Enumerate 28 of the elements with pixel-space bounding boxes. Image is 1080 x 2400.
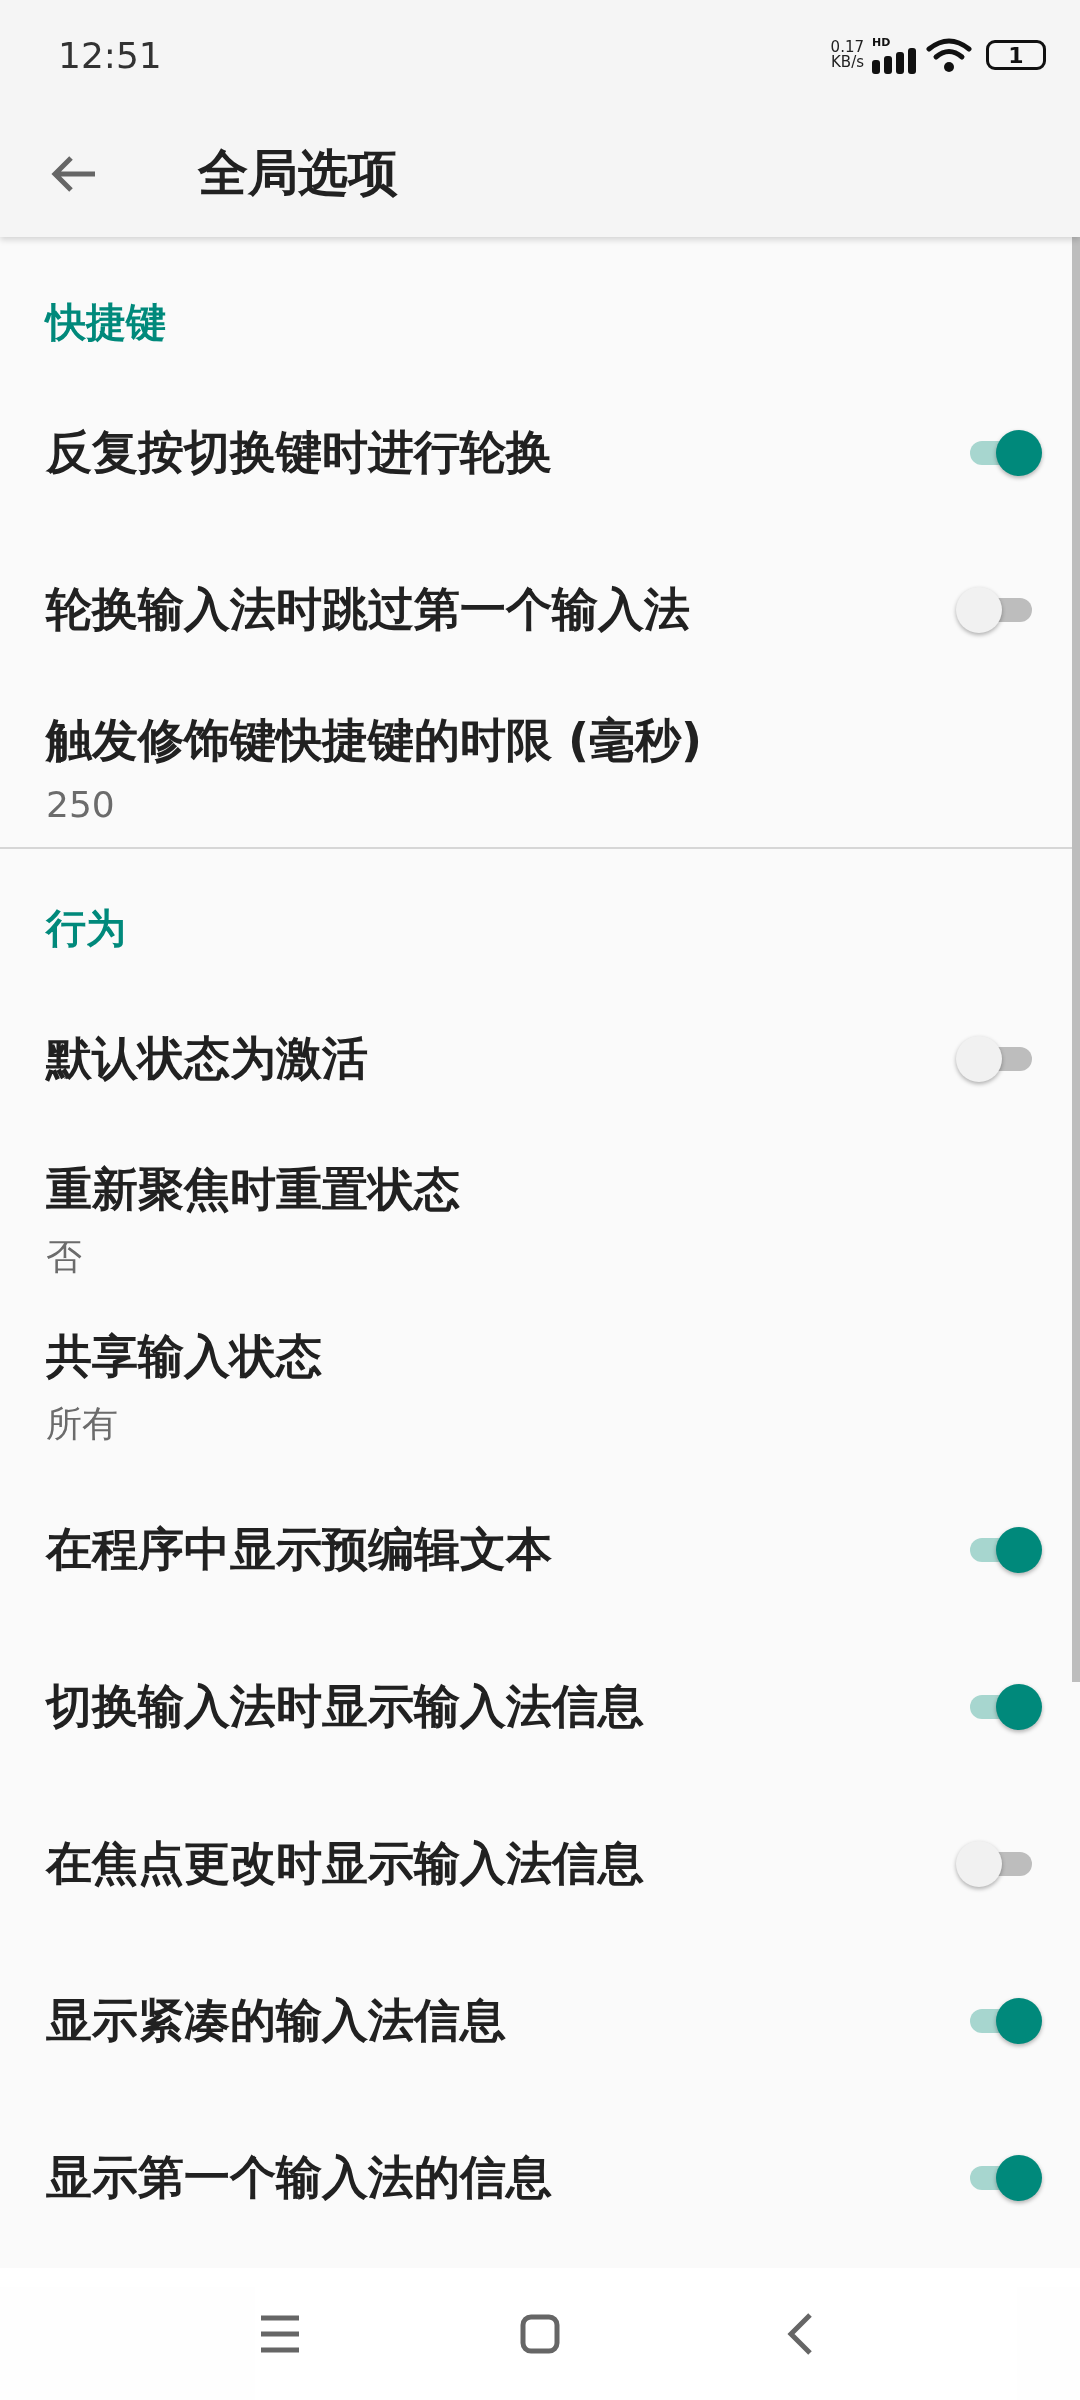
setting-title: 触发修饰键快捷键的时限 (毫秒)	[46, 712, 704, 769]
battery-indicator: 1	[986, 40, 1046, 70]
setting-value: 250	[46, 784, 116, 825]
speed-unit: KB/s	[831, 55, 864, 70]
wifi-icon	[926, 37, 972, 73]
setting-title: 轮换输入法时跳过第一个输入法	[46, 580, 691, 638]
square-icon	[520, 2314, 560, 2354]
setting-title: 共享输入状态	[46, 1328, 323, 1385]
chevron-left-icon	[786, 2312, 814, 2356]
menu-icon	[259, 2315, 301, 2353]
setting-title: 默认状态为激活	[46, 1029, 369, 1087]
network-label: HD	[872, 36, 891, 48]
setting-value: 所有	[46, 1402, 119, 1446]
section-header: 快捷键	[43, 298, 167, 347]
page-title: 全局选项	[198, 143, 398, 204]
back-arrow-icon	[51, 153, 97, 194]
setting-title: 显示第一个输入法的信息	[46, 2148, 553, 2206]
signal-icon	[872, 47, 918, 74]
setting-title: 在焦点更改时显示输入法信息	[46, 1834, 645, 1892]
setting-title: 重新聚焦时重置状态	[46, 1161, 461, 1218]
setting-value: 否	[46, 1235, 83, 1279]
section-header: 行为	[44, 904, 127, 953]
setting-title: 显示紧凑的输入法信息	[46, 1991, 507, 2049]
setting-title: 反复按切换键时进行轮换	[46, 423, 553, 481]
setting-title: 切换输入法时显示输入法信息	[46, 1677, 645, 1735]
network-speed: 0.17	[830, 40, 864, 55]
setting-title: 在程序中显示预编辑文本	[46, 1520, 553, 1578]
status-time: 12:51	[58, 34, 163, 76]
